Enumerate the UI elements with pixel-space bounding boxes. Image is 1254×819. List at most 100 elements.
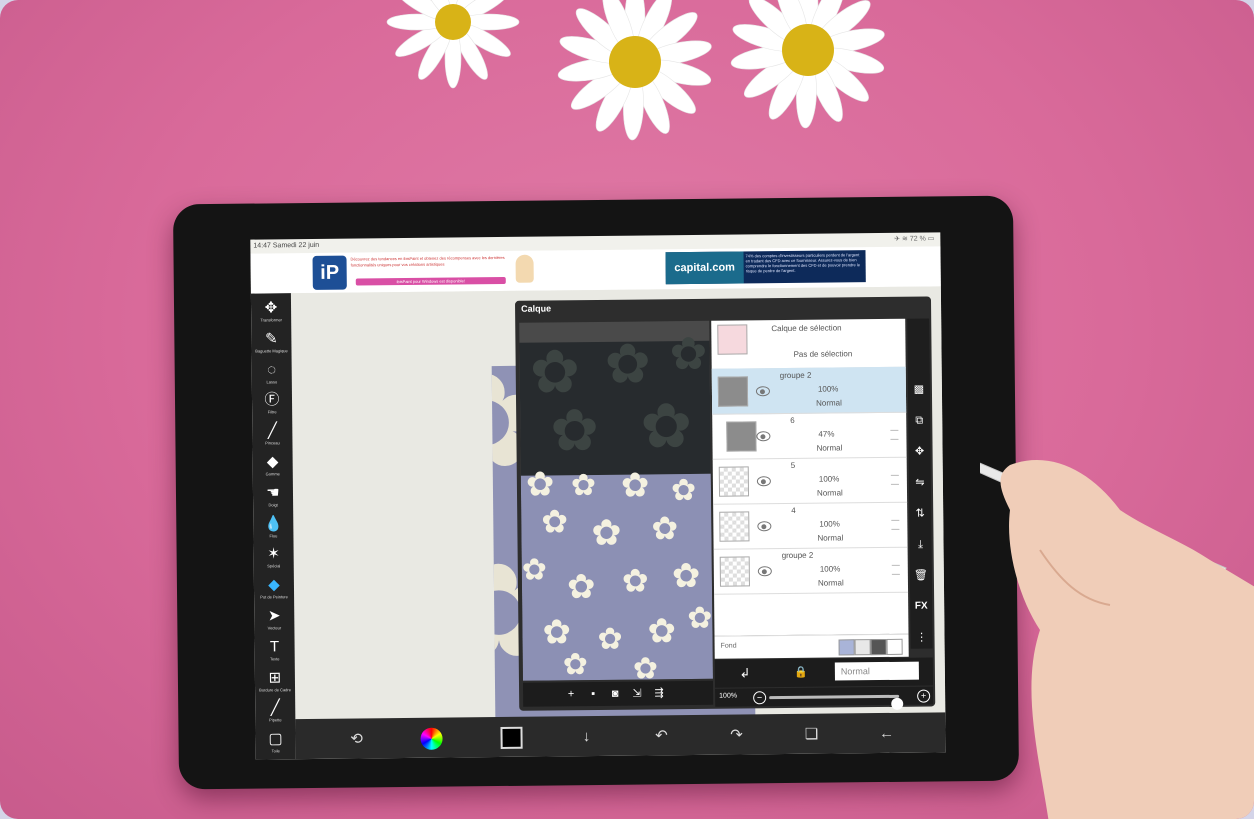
drag-handle-icon[interactable]: [891, 564, 900, 575]
layer-thumbnail: [717, 376, 749, 407]
camera-icon[interactable]: ◙: [607, 686, 623, 702]
layer-name: 4: [791, 505, 796, 515]
tool-magic-wand[interactable]: ✎ Baguette Magique: [251, 328, 291, 358]
layer-row[interactable]: 4 100% Normal: [713, 501, 908, 550]
opacity-slider[interactable]: [769, 694, 904, 710]
canvas-icon: ▢: [268, 730, 283, 748]
tool-cursor[interactable]: ➤ Vecteur: [254, 605, 294, 635]
eye-icon[interactable]: [757, 566, 772, 577]
background-swatch[interactable]: [870, 638, 887, 656]
tool-eyedropper[interactable]: ╱ Pipette: [255, 698, 295, 728]
copy-layer-icon[interactable]: ⧉: [908, 413, 930, 427]
layer-blend-mode: Normal: [816, 488, 843, 498]
add-folder-icon[interactable]: ▪: [585, 686, 601, 702]
preview-flower-dark: ✿: [529, 338, 581, 406]
tool-text[interactable]: T Texte: [254, 636, 294, 666]
tool-filter[interactable]: Ⓕ Filtre: [252, 390, 292, 420]
eye-icon[interactable]: [755, 386, 771, 397]
drag-handle-icon[interactable]: [891, 519, 900, 530]
flip-horizontal-icon[interactable]: ⇋: [909, 475, 931, 489]
down-arrow-icon[interactable]: ↓: [575, 726, 597, 748]
color-wheel-icon[interactable]: [420, 727, 443, 750]
filter-icon: Ⓕ: [264, 391, 280, 409]
color-swatch-icon[interactable]: [500, 726, 523, 750]
layer-window: Calque ✿ ✿ ✿ ✿ ✿ ✿ ✿ ✿ ✿ ✿ ✿ ✿ ✿ ✿ ✿ ✿ ✿ ✿ ✿ ✿ ✿ ✿ + ▪ ◙ ⇲ ⇶ Cal…: [514, 296, 936, 711]
layer-row[interactable]: 5 100% Normal: [712, 456, 908, 505]
redo-icon[interactable]: ↷: [725, 724, 747, 746]
tool-label: Texte: [269, 656, 280, 662]
trash-icon[interactable]: 🗑: [910, 568, 932, 582]
flip-vertical-icon[interactable]: ⇅: [909, 506, 931, 520]
eye-icon[interactable]: [756, 431, 771, 442]
selection-layer-thumbnail: [717, 324, 748, 355]
drag-handle-icon[interactable]: [890, 474, 899, 485]
export-icon[interactable]: ⇶: [651, 685, 667, 701]
daisy-left: [386, 0, 520, 89]
layer-blend-mode: Normal: [817, 578, 844, 588]
preview-flower-dark: ✿: [604, 332, 652, 395]
preview-flower: ✿: [671, 556, 701, 596]
tool-label: Vecteur: [267, 625, 282, 631]
text-icon: T: [269, 638, 280, 656]
layer-row[interactable]: groupe 2 100% Normal: [711, 366, 907, 415]
preview-flower: ✿: [591, 511, 622, 554]
layer-preview[interactable]: ✿ ✿ ✿ ✿ ✿ ✿ ✿ ✿ ✿ ✿ ✿ ✿ ✿ ✿ ✿ ✿ ✿ ✿ ✿ ✿ ✿ ✿: [519, 320, 713, 681]
fx-icon[interactable]: FX: [910, 599, 932, 613]
layer-blend-mode: Normal: [816, 443, 843, 453]
eraser-icon: ◆: [266, 453, 279, 471]
tool-lasso[interactable]: ◌ Lasso: [252, 359, 292, 389]
opacity-minus-button[interactable]: −: [753, 691, 767, 705]
layer-name: groupe 2: [781, 550, 814, 561]
eye-icon[interactable]: [757, 521, 772, 532]
tool-eraser[interactable]: ◆ Gomme: [253, 451, 293, 481]
selection-layer-row[interactable]: Calque de sélection Pas de sélection: [711, 318, 906, 370]
selection-layer-status: Pas de sélection: [793, 349, 853, 359]
layer-row[interactable]: groupe 2 100% Normal: [713, 546, 909, 595]
tool-frame[interactable]: ⊞ Bordure de Cadre: [255, 667, 295, 697]
ad2-banner[interactable]: capital.com 74% des comptes d'investisse…: [665, 250, 866, 285]
undo-icon[interactable]: ↶: [650, 725, 672, 747]
back-icon[interactable]: ←: [875, 723, 897, 745]
tool-label: Doigt: [268, 502, 278, 508]
layers-icon[interactable]: ❏: [800, 724, 822, 746]
hand-with-stylus: [980, 460, 1254, 819]
background-swatch[interactable]: [886, 638, 903, 655]
opacity-bar: 100% − +: [715, 686, 934, 710]
blend-mode-select[interactable]: Normal: [834, 661, 919, 681]
tool-label: Pot de Peinture: [260, 594, 288, 600]
tool-canvas[interactable]: ▢ Toile: [255, 728, 295, 758]
preview-flower: ✿: [521, 553, 548, 587]
import-icon[interactable]: ⇲: [629, 685, 645, 701]
tool-brush[interactable]: ╱ Pinceau: [252, 420, 292, 450]
preview-flower: ✿: [651, 510, 679, 547]
opacity-slider-knob[interactable]: [891, 697, 904, 710]
tool-smudge[interactable]: ☚ Doigt: [253, 482, 293, 512]
checker-icon[interactable]: ▩: [908, 382, 930, 396]
layer-row[interactable]: 6 47% Normal: [712, 411, 907, 460]
layer-list[interactable]: Calque de sélection Pas de sélection gro…: [711, 318, 909, 636]
opacity-plus-button[interactable]: +: [917, 689, 931, 703]
lock-icon[interactable]: 🔒: [793, 665, 809, 681]
drag-handle-icon[interactable]: [890, 429, 899, 440]
blend-bar: ↲ 🔒 Normal: [714, 657, 934, 688]
preview-flower: ✿: [570, 468, 597, 503]
add-layer-icon[interactable]: +: [563, 686, 579, 702]
tool-label: Spécial: [267, 563, 281, 569]
eye-icon[interactable]: [756, 476, 771, 487]
clipping-icon[interactable]: ↲: [737, 665, 753, 681]
merge-down-icon[interactable]: ⤓: [909, 537, 931, 551]
tool-label: Gomme: [265, 471, 280, 477]
more-icon[interactable]: ⋮: [910, 630, 932, 644]
tool-special[interactable]: ✶ Spécial: [254, 544, 294, 574]
transform-icon[interactable]: ⟲: [345, 728, 367, 750]
fond-label: Fond: [720, 642, 737, 650]
preview-flower: ✿: [687, 601, 713, 636]
move-layer-icon[interactable]: ✥: [909, 444, 931, 458]
tool-move[interactable]: ✥ Transformer: [251, 297, 291, 327]
background-swatch[interactable]: [854, 639, 871, 656]
preview-flower-dark: ✿: [639, 391, 693, 462]
tool-blur[interactable]: 💧 Flou: [253, 513, 293, 543]
tool-sidebar: ✥ Transformer ✎ Baguette Magique ◌ Lasso Ⓕ Filt…: [250, 293, 296, 760]
background-swatch[interactable]: [838, 639, 855, 656]
tool-fill[interactable]: ◆ Pot de Peinture: [254, 574, 294, 604]
